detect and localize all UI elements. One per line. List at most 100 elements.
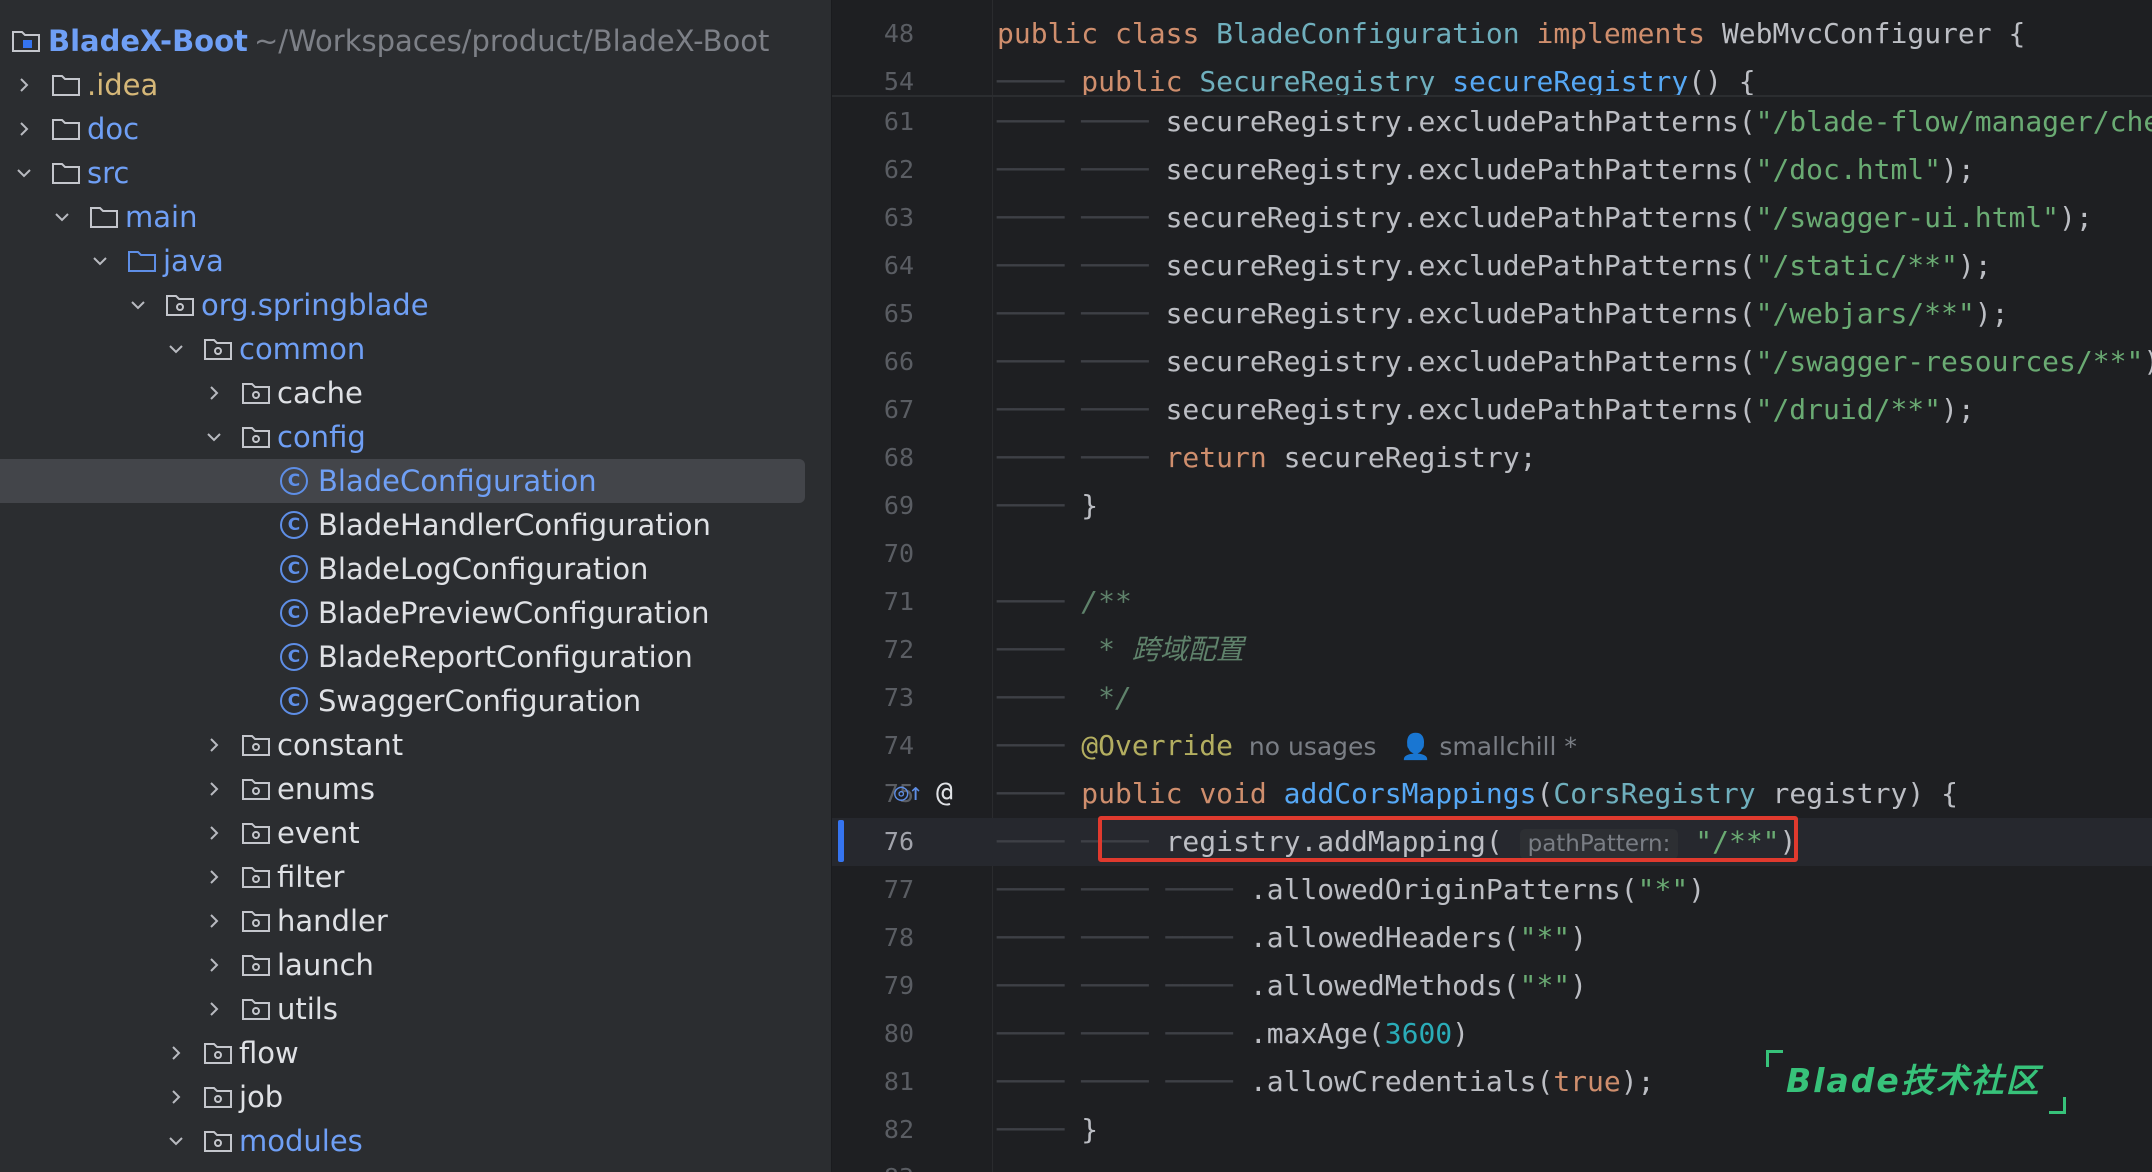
tree-item-modules[interactable]: modules xyxy=(0,1119,831,1163)
code-token: secureRegistry.excludePathPatterns( xyxy=(1165,201,1756,234)
tree-item-filter[interactable]: filter xyxy=(0,855,831,899)
code-line[interactable]: 77 ──── ──── ──── .allowedOriginPatterns(… xyxy=(832,866,2152,914)
annotation-gutter-icon[interactable]: @ xyxy=(936,768,953,816)
code-line[interactable]: 69 ──── } xyxy=(832,482,2152,530)
code-token: implements xyxy=(1536,17,1706,50)
code-editor[interactable]: 48 public class BladeConfiguration implem… xyxy=(832,0,2152,1172)
code-token: addCorsMappings xyxy=(1283,777,1537,810)
tree-item-bladepreviewconfiguration[interactable]: C BladePreviewConfiguration xyxy=(0,591,831,635)
code-line[interactable]: 73 ──── */ xyxy=(832,674,2152,722)
chevron-right-icon[interactable] xyxy=(205,780,223,798)
tree-item-config[interactable]: config xyxy=(0,415,831,459)
chevron-down-icon[interactable] xyxy=(205,428,223,446)
tree-item-utils[interactable]: utils xyxy=(0,987,831,1031)
code-token: } xyxy=(1081,489,1099,522)
line-number: 78 xyxy=(883,923,914,952)
line-number: 62 xyxy=(883,155,914,184)
chevron-right-icon[interactable] xyxy=(205,384,223,402)
chevron-right-icon[interactable] xyxy=(205,1000,223,1018)
code-line[interactable]: 66 ──── ──── secureRegistry.excludePathPa… xyxy=(832,338,2152,386)
chevron-right-icon[interactable] xyxy=(15,76,33,94)
code-text: ──── ──── secureRegistry.excludePathPatt… xyxy=(997,290,2008,338)
code-line[interactable]: 63 ──── ──── secureRegistry.excludePathPa… xyxy=(832,194,2152,242)
chevron-down-icon[interactable] xyxy=(129,296,147,314)
code-line[interactable]: 79 ──── ──── ──── .allowedMethods("*") xyxy=(832,962,2152,1010)
tree-item-flow[interactable]: flow xyxy=(0,1031,831,1075)
code-token: secureRegistry.excludePathPatterns( xyxy=(1165,153,1756,186)
tree-item-org-springblade[interactable]: org.springblade xyxy=(0,283,831,327)
tree-item-label: config xyxy=(277,420,366,454)
code-line[interactable]: 83 xyxy=(832,1154,2152,1172)
tree-item-job[interactable]: job xyxy=(0,1075,831,1119)
tree-item-launch[interactable]: launch xyxy=(0,943,831,987)
tree-item-doc[interactable]: doc xyxy=(0,107,831,151)
tree-item-main[interactable]: main xyxy=(0,195,831,239)
tree-item-bladehandlerconfiguration[interactable]: C BladeHandlerConfiguration xyxy=(0,503,831,547)
code-line[interactable]: 64 ──── ──── secureRegistry.excludePathPa… xyxy=(832,242,2152,290)
code-line[interactable]: 70 xyxy=(832,530,2152,578)
code-line[interactable]: 74 ──── @Override no usages 👤 smallchill … xyxy=(832,722,2152,770)
code-line[interactable]: 78 ──── ──── ──── .allowedHeaders("*") xyxy=(832,914,2152,962)
tree-item-label: main xyxy=(125,200,198,234)
code-text: ──── ──── secureRegistry.excludePathPatt… xyxy=(997,242,1992,290)
chevron-right-icon[interactable] xyxy=(205,868,223,886)
tree-item-label: BladePreviewConfiguration xyxy=(318,596,710,630)
tree-item-label: filter xyxy=(277,860,345,894)
code-text: ──── ──── secureRegistry.excludePathPatt… xyxy=(997,146,1975,194)
indent-guide: ──── ──── xyxy=(997,441,1166,474)
code-text: ──── ──── ──── .maxAge(3600) xyxy=(997,1010,1469,1058)
tree-item--idea[interactable]: .idea xyxy=(0,63,831,107)
chevron-right-icon[interactable] xyxy=(205,736,223,754)
code-token: @Override xyxy=(1081,729,1234,762)
chevron-down-icon[interactable] xyxy=(167,340,185,358)
code-line[interactable]: 75 ──── public void addCorsMappings(CorsR… xyxy=(832,770,2152,818)
tree-item-event[interactable]: event xyxy=(0,811,831,855)
tree-item-constant[interactable]: constant xyxy=(0,723,831,767)
code-line[interactable]: 61 ──── ──── secureRegistry.excludePathPa… xyxy=(832,98,2152,146)
chevron-right-icon[interactable] xyxy=(167,1044,185,1062)
tree-item-src[interactable]: src xyxy=(0,151,831,195)
project-root-row[interactable]: BladeX-Boot ~/Workspaces/product/BladeX-… xyxy=(0,19,831,63)
chevron-right-icon[interactable] xyxy=(205,824,223,842)
tree-item-bladereportconfiguration[interactable]: C BladeReportConfiguration xyxy=(0,635,831,679)
code-line[interactable]: 67 ──── ──── secureRegistry.excludePathPa… xyxy=(832,386,2152,434)
chevron-right-icon[interactable] xyxy=(15,120,33,138)
chevron-down-icon[interactable] xyxy=(167,1132,185,1150)
line-number: 48 xyxy=(883,19,914,48)
tree-item-swaggerconfiguration[interactable]: C SwaggerConfiguration xyxy=(0,679,831,723)
tree-item-handler[interactable]: handler xyxy=(0,899,831,943)
code-line[interactable]: 65 ──── ──── secureRegistry.excludePathPa… xyxy=(832,290,2152,338)
tree-item-common[interactable]: common xyxy=(0,327,831,371)
code-token: no usages xyxy=(1233,732,1401,761)
chevron-down-icon[interactable] xyxy=(91,252,109,270)
code-token: .allowedMethods( xyxy=(1249,969,1520,1002)
chevron-down-icon[interactable] xyxy=(15,164,33,182)
code-token: ) xyxy=(1452,1017,1470,1050)
tree-item-enums[interactable]: enums xyxy=(0,767,831,811)
code-token: ) xyxy=(1570,969,1588,1002)
tree-item-cache[interactable]: cache xyxy=(0,371,831,415)
tree-item-bladelogconfiguration[interactable]: C BladeLogConfiguration xyxy=(0,547,831,591)
chevron-right-icon[interactable] xyxy=(205,912,223,930)
code-token: () { xyxy=(1688,65,1756,98)
class-icon: C xyxy=(280,555,308,583)
code-line[interactable]: 68 ──── ──── return secureRegistry; xyxy=(832,434,2152,482)
code-token: public xyxy=(1081,777,1183,810)
tree-item-bladeconfiguration[interactable]: C BladeConfiguration xyxy=(0,459,805,503)
code-line[interactable]: 71 ──── /** xyxy=(832,578,2152,626)
chevron-right-icon[interactable] xyxy=(205,956,223,974)
chevron-down-icon[interactable] xyxy=(53,208,71,226)
code-line[interactable]: 72 ──── * 跨域配置 xyxy=(832,626,2152,674)
code-line[interactable]: 62 ──── ──── secureRegistry.excludePathPa… xyxy=(832,146,2152,194)
line-number: 65 xyxy=(883,299,914,328)
tree-item-label: src xyxy=(87,156,130,190)
package-icon xyxy=(240,423,272,451)
code-token: void xyxy=(1199,777,1267,810)
code-line[interactable]: 48 public class BladeConfiguration implem… xyxy=(832,10,2152,58)
chevron-right-icon[interactable] xyxy=(167,1088,185,1106)
code-token: secureRegistry.excludePathPatterns( xyxy=(1165,393,1756,426)
implements-gutter-icon[interactable]: ◎↑ xyxy=(894,768,923,816)
tree-item-java[interactable]: java xyxy=(0,239,831,283)
code-text: ──── ──── secureRegistry.excludePathPatt… xyxy=(997,194,2093,242)
code-token: ); xyxy=(1941,393,1975,426)
